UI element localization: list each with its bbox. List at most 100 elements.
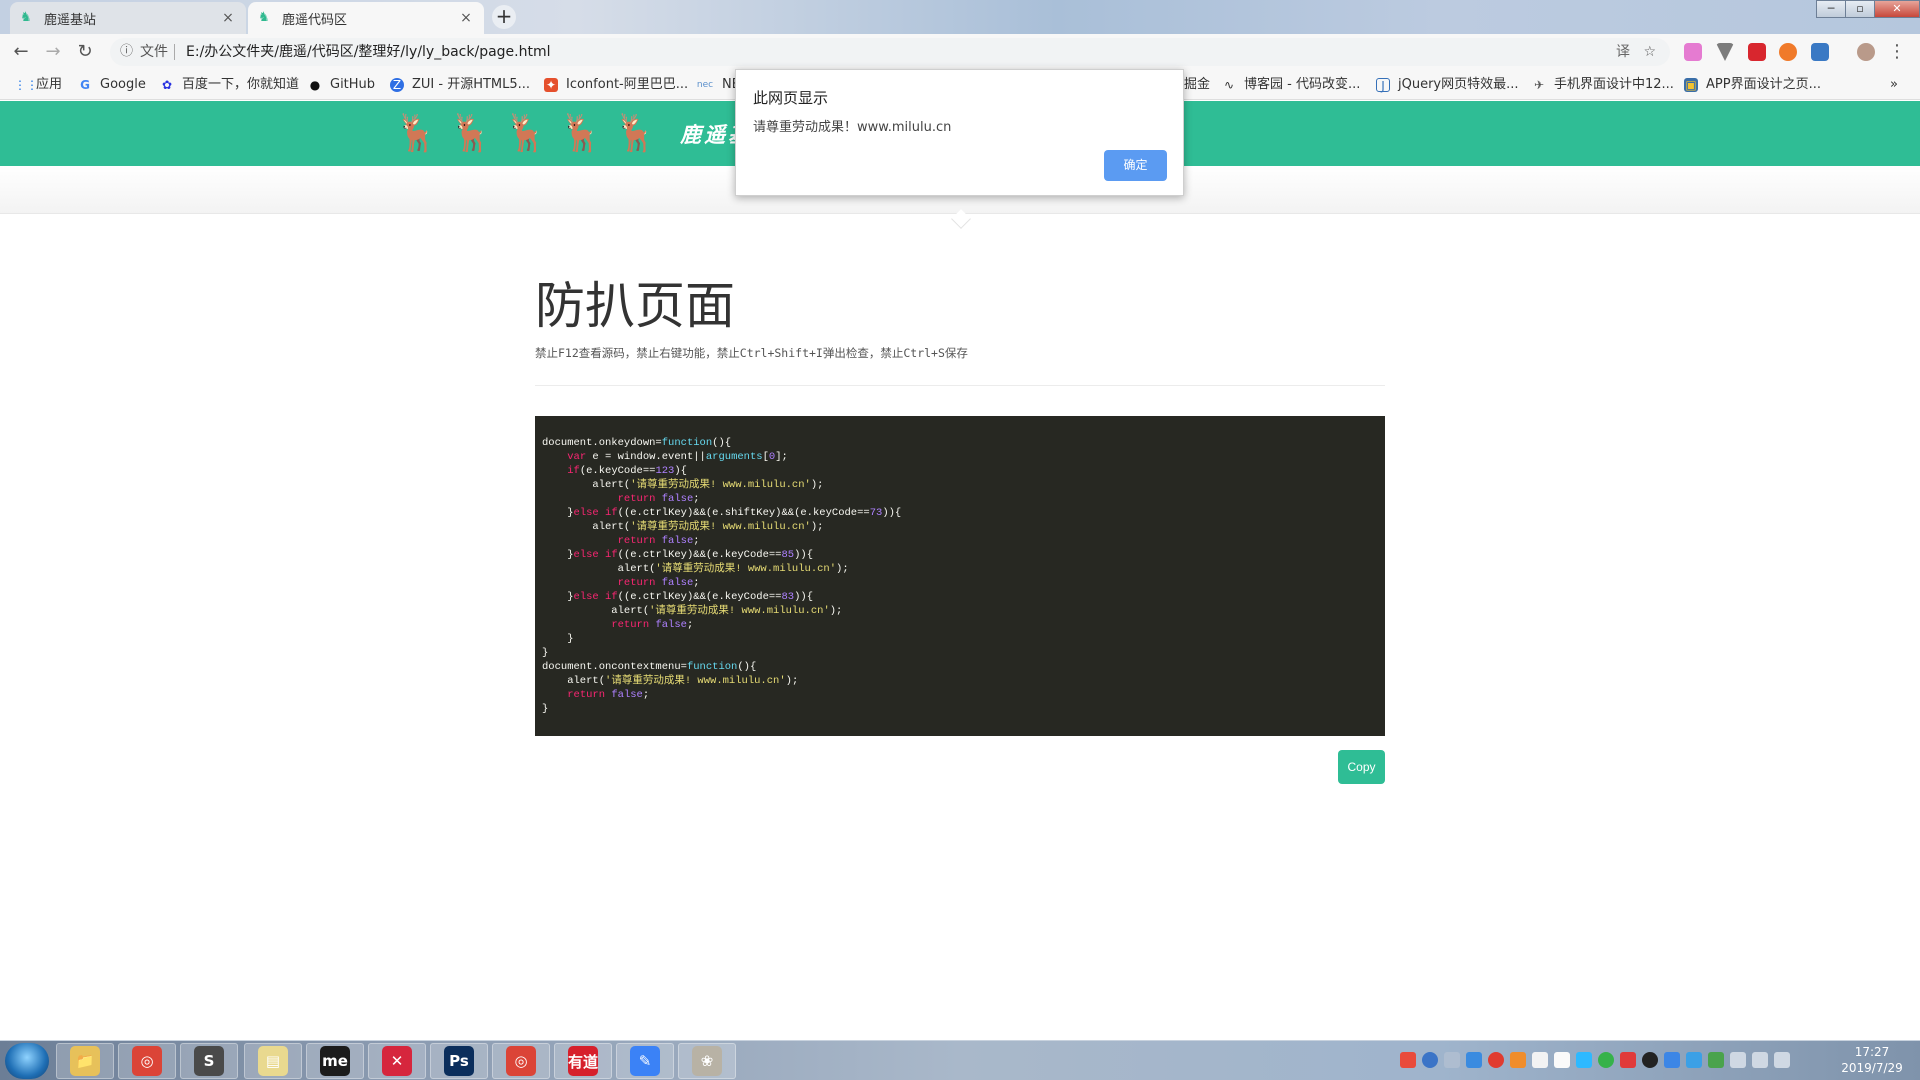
bookmark-app-ui[interactable]: ▣ APP界面设计之页... xyxy=(1684,70,1821,100)
tab-title: 鹿遥代码区 xyxy=(282,12,348,28)
bookmark-label: jQuery网页特效最... xyxy=(1398,77,1519,92)
qq-icon[interactable] xyxy=(1642,1052,1658,1068)
address-bar[interactable]: ⓘ 文件 E:/办公文件夹/鹿遥/代码区/整理好/ly/ly_back/page… xyxy=(110,38,1670,66)
extension-fe-icon[interactable] xyxy=(1748,43,1766,61)
iconfont-icon: ✦ xyxy=(544,78,558,92)
bookmark-star-icon[interactable]: ☆ xyxy=(1643,38,1656,66)
bookmark-zui[interactable]: Z ZUI - 开源HTML5... xyxy=(390,70,530,100)
taskbar-youdao-button[interactable]: 有道 xyxy=(554,1043,612,1079)
taskbar-xmind-button[interactable]: ✕ xyxy=(368,1043,426,1079)
mindmanager-icon: me xyxy=(320,1046,350,1076)
tab-title: 鹿遥基站 xyxy=(44,12,97,28)
bookmark-github[interactable]: ● GitHub xyxy=(308,70,375,100)
avatar-app-icon: ❀ xyxy=(692,1046,722,1076)
baidu-icon: ✿ xyxy=(161,78,173,92)
zui-icon: Z xyxy=(390,78,404,92)
nvidia-icon[interactable] xyxy=(1708,1052,1724,1068)
code-line: }else if((e.ctrlKey)&&(e.keyCode==85)){ xyxy=(542,549,813,561)
info-icon[interactable]: ⓘ xyxy=(120,38,133,66)
code-line: alert('请尊重劳动成果! www.milulu.cn'); xyxy=(542,605,843,617)
taskbar-explorer-button[interactable]: 📁 xyxy=(56,1043,114,1079)
app-icon: ▣ xyxy=(1684,78,1698,92)
close-window-button[interactable]: ✕ xyxy=(1874,0,1920,18)
bookmark-label: APP界面设计之页... xyxy=(1706,77,1821,92)
help-icon[interactable] xyxy=(1422,1052,1438,1068)
code-line: alert('请尊重劳动成果! www.milulu.cn'); xyxy=(542,521,824,533)
deer-favicon-icon: ♞ xyxy=(258,10,270,25)
bookmark-label: Google xyxy=(100,77,146,92)
profile-avatar[interactable] xyxy=(1857,43,1875,61)
tab-close-icon[interactable]: × xyxy=(458,10,474,26)
deer-icon: 🦌 xyxy=(503,113,549,154)
panda-icon[interactable] xyxy=(1532,1052,1548,1068)
bookmark-nec[interactable]: nec NE xyxy=(696,70,740,100)
new-tab-button[interactable]: + xyxy=(492,5,516,29)
tab-lu-yao-jizhan[interactable]: ♞ 鹿遥基站 × xyxy=(10,2,246,34)
extension-x-icon[interactable] xyxy=(1779,43,1797,61)
tab-close-icon[interactable]: × xyxy=(220,10,236,26)
cloud-icon[interactable] xyxy=(1686,1052,1702,1068)
weibo-icon[interactable] xyxy=(1488,1052,1504,1068)
apps-icon: ⋮⋮ xyxy=(14,78,38,92)
chrome-menu-icon[interactable]: ⋮ xyxy=(1886,41,1908,63)
bird-icon[interactable] xyxy=(1554,1052,1570,1068)
bookmark-iconfont[interactable]: ✦ Iconfont-阿里巴巴... xyxy=(544,70,688,100)
ok-button[interactable]: 确定 xyxy=(1104,150,1167,181)
bookmarks-overflow-button[interactable]: » xyxy=(1890,70,1898,100)
app-tray-icon[interactable] xyxy=(1510,1052,1526,1068)
back-button[interactable]: ← xyxy=(10,41,32,63)
translate-icon[interactable]: 译 xyxy=(1616,38,1630,66)
folder-icon: ▤ xyxy=(258,1046,288,1076)
deer-favicon-icon: ♞ xyxy=(20,10,32,25)
dingtalk-icon[interactable] xyxy=(1664,1052,1680,1068)
bookmark-apps[interactable]: ⋮⋮ 应用 xyxy=(14,70,62,100)
taskbar-folder-button[interactable]: ▤ xyxy=(244,1043,302,1079)
taskbar-chrome-2-button[interactable]: ◎ xyxy=(492,1043,550,1079)
sogou-icon[interactable] xyxy=(1400,1052,1416,1068)
code-line: document.oncontextmenu=function(){ xyxy=(542,661,757,673)
bookmark-baidu[interactable]: ✿ 百度一下，你就知道 xyxy=(160,70,299,100)
copy-button[interactable]: Copy xyxy=(1338,750,1385,784)
extension-screen-icon[interactable] xyxy=(1811,43,1829,61)
clock[interactable]: 17:27 2019/7/29 xyxy=(1832,1044,1912,1076)
code-block[interactable]: document.onkeydown=function(){ var e = w… xyxy=(535,416,1385,736)
network-drive-icon[interactable] xyxy=(1466,1052,1482,1068)
minimize-button[interactable]: ─ xyxy=(1816,0,1846,18)
page-description: 禁止F12查看源码，禁止右键功能，禁止Ctrl+Shift+I弹出检查，禁止Ct… xyxy=(535,346,968,360)
extension-icon[interactable] xyxy=(1684,43,1702,61)
site-logo[interactable]: 🦌 🦌 🦌 🦌 🦌 鹿遥基站 xyxy=(394,115,776,153)
taskbar-avatar-app-button[interactable]: ❀ xyxy=(678,1043,736,1079)
bookmark-jquery[interactable]: J jQuery网页特效最... xyxy=(1376,70,1519,100)
tab-strip: ♞ 鹿遥基站 × ♞ 鹿遥代码区 × + ─ ▫ ✕ xyxy=(0,0,1920,34)
deer-icon: 🦌 xyxy=(394,113,439,154)
forward-button[interactable]: → xyxy=(42,41,64,63)
taskbar-sublime-button[interactable]: S xyxy=(180,1043,238,1079)
taskbar-photoshop-button[interactable]: Ps xyxy=(430,1043,488,1079)
tab-lu-yao-code[interactable]: ♞ 鹿遥代码区 × xyxy=(248,2,484,34)
tray-arrow-icon[interactable] xyxy=(1444,1052,1460,1068)
jquery-icon: J xyxy=(1376,78,1390,93)
code-line: } xyxy=(542,647,549,659)
bookmark-cnblogs[interactable]: ∿ 博客园 - 代码改变... xyxy=(1222,70,1360,100)
bookmark-mobile-ui[interactable]: ✈ 手机界面设计中12... xyxy=(1532,70,1674,100)
taskbar-notes-button[interactable]: ✎ xyxy=(616,1043,674,1079)
code-line: }else if((e.ctrlKey)&&(e.keyCode==83)){ xyxy=(542,591,813,603)
network-icon[interactable] xyxy=(1774,1052,1790,1068)
code-line: return false; xyxy=(567,689,650,701)
taskbar-mindmanager-button[interactable]: me xyxy=(306,1043,364,1079)
red-app-icon[interactable] xyxy=(1620,1052,1636,1068)
taskbar-chrome-button[interactable]: ◎ xyxy=(118,1043,176,1079)
bookmark-google[interactable]: G Google xyxy=(78,70,146,100)
url-text[interactable]: E:/办公文件夹/鹿遥/代码区/整理好/ly/ly_back/page.html xyxy=(186,38,551,66)
reload-button[interactable]: ↻ xyxy=(74,41,96,63)
maximize-button[interactable]: ▫ xyxy=(1845,0,1875,18)
dialog-title: 此网页显示 xyxy=(753,89,829,107)
extension-vue-icon[interactable] xyxy=(1716,43,1734,61)
wechat-icon[interactable] xyxy=(1598,1052,1614,1068)
send-icon[interactable] xyxy=(1576,1052,1592,1068)
windows-taskbar: 📁 ◎ S ▤ me ✕ Ps ◎ 有道 ✎ ❀ 17:27 2019/7/29 xyxy=(0,1040,1920,1080)
bookmark-juejin[interactable]: 掘金 xyxy=(1184,70,1210,100)
volume-icon[interactable] xyxy=(1730,1052,1746,1068)
flag-icon[interactable] xyxy=(1752,1052,1768,1068)
start-button[interactable] xyxy=(5,1043,49,1079)
